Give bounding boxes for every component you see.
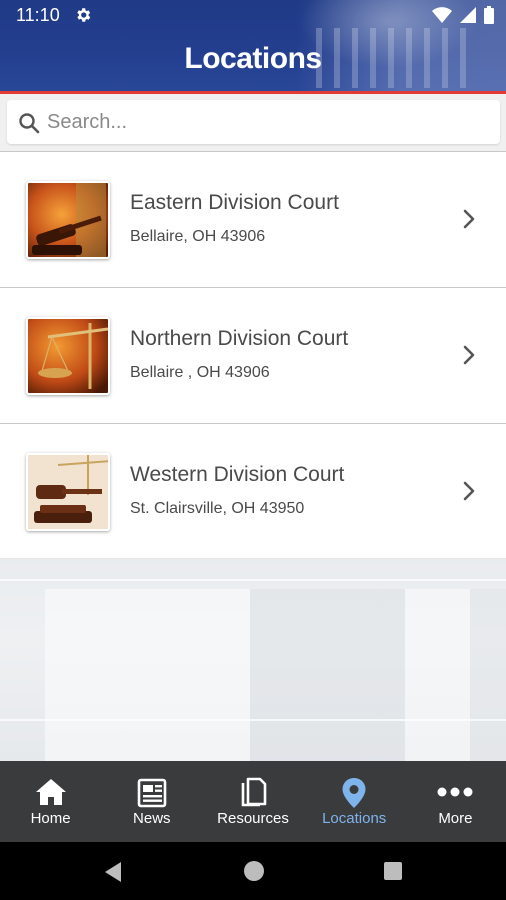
gavel-and-scales-image bbox=[26, 453, 110, 531]
location-name: Western Division Court bbox=[130, 463, 345, 486]
location-address: Bellaire , OH 43906 bbox=[130, 364, 270, 381]
tab-resources[interactable]: Resources bbox=[202, 761, 303, 842]
location-item-western[interactable]: Western Division Court St. Clairsville, … bbox=[0, 423, 506, 559]
bottom-tab-bar: Home News Resources Locations More bbox=[0, 761, 506, 842]
page-title: Locations bbox=[184, 42, 322, 75]
battery-icon bbox=[484, 6, 494, 24]
settings-gear-icon bbox=[77, 8, 91, 22]
tab-label: More bbox=[438, 810, 473, 827]
news-icon bbox=[137, 778, 167, 808]
search-box[interactable] bbox=[7, 100, 500, 144]
resources-icon bbox=[241, 777, 267, 807]
tab-news[interactable]: News bbox=[101, 761, 202, 842]
tab-home[interactable]: Home bbox=[0, 761, 101, 842]
tab-label: News bbox=[133, 810, 171, 827]
wifi-icon bbox=[432, 7, 452, 23]
tab-locations[interactable]: Locations bbox=[304, 761, 405, 842]
background-step bbox=[0, 579, 506, 581]
chevron-right-icon bbox=[463, 481, 475, 501]
search-input[interactable] bbox=[47, 106, 487, 138]
status-icons bbox=[432, 6, 494, 24]
more-icon bbox=[437, 787, 473, 797]
background-columns bbox=[0, 589, 506, 761]
location-pin-icon bbox=[342, 778, 366, 808]
location-item-northern[interactable]: Northern Division Court Bellaire , OH 43… bbox=[0, 287, 506, 423]
home-button[interactable] bbox=[244, 861, 264, 881]
background-step bbox=[0, 719, 506, 721]
system-navigation-bar bbox=[0, 842, 506, 900]
signal-icon bbox=[460, 7, 476, 23]
tab-label: Home bbox=[30, 810, 71, 827]
status-bar: 11:10 bbox=[0, 0, 506, 34]
recent-apps-button[interactable] bbox=[384, 862, 402, 880]
home-icon bbox=[35, 779, 66, 805]
locations-list: Eastern Division Court Bellaire, OH 4390… bbox=[0, 151, 506, 559]
location-address: Bellaire, OH 43906 bbox=[130, 228, 266, 245]
tab-more[interactable]: More bbox=[405, 761, 506, 842]
chevron-right-icon bbox=[463, 209, 475, 229]
chevron-right-icon bbox=[463, 345, 475, 365]
tab-label: Resources bbox=[217, 810, 289, 827]
search-bar-container bbox=[0, 94, 506, 151]
background-courthouse-image bbox=[0, 559, 506, 761]
location-name: Eastern Division Court bbox=[130, 191, 339, 214]
search-icon bbox=[19, 113, 40, 134]
justice-scales-image bbox=[26, 317, 110, 395]
location-address: St. Clairsville, OH 43950 bbox=[130, 500, 305, 517]
back-icon[interactable] bbox=[103, 861, 123, 883]
location-name: Northern Division Court bbox=[130, 327, 349, 350]
tab-label: Locations bbox=[322, 810, 387, 827]
status-time: 11:10 bbox=[16, 5, 60, 25]
court-gavel-image bbox=[26, 181, 110, 259]
location-item-eastern[interactable]: Eastern Division Court Bellaire, OH 4390… bbox=[0, 151, 506, 287]
